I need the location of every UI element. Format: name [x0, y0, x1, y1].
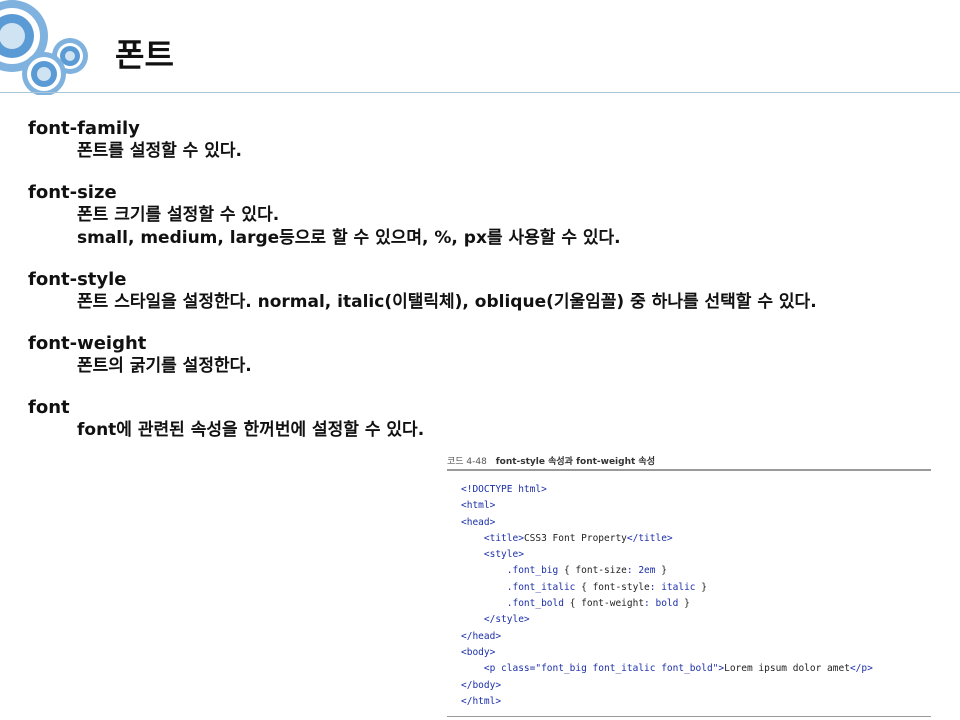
code-line: <html> [461, 500, 496, 512]
property-font-family: font-family 폰트를 설정할 수 있다. [28, 118, 948, 163]
code-example-figure: 코드 4-48 font-style 속성과 font-weight 속성 <!… [447, 452, 933, 718]
code-block: <!DOCTYPE html> <html> <head> <title>CSS3 … [461, 482, 873, 710]
property-description: font에 관련된 속성을 한꺼번에 설정할 수 있다. [77, 420, 425, 440]
code-figure-title: font-style 속성과 font-weight 속성 [495, 457, 655, 467]
property-name: font-style [28, 269, 127, 290]
code-bottom-rule [447, 716, 931, 717]
decorative-circles-icon [0, 0, 88, 95]
code-line: <!DOCTYPE html> [461, 484, 547, 495]
code-line: </style> [483, 614, 530, 626]
code-line: </html> [461, 695, 502, 707]
code-line: <style> [483, 549, 524, 561]
code-caption: 코드 4-48 font-style 속성과 font-weight 속성 [447, 454, 655, 467]
property-name: font-weight [28, 333, 147, 354]
property-list: font-family 폰트를 설정할 수 있다. font-size 폰트 크… [28, 118, 948, 461]
property-description: small, medium, large등으로 할 수 있으며, %, px를 … [77, 228, 621, 248]
code-line: </head> [461, 630, 502, 642]
code-line: <head> [461, 516, 496, 528]
property-font-weight: font-weight 폰트의 굵기를 설정한다. [28, 333, 948, 378]
slide-title: 폰트 [115, 36, 174, 74]
code-line: .font_big { font-size: 2em } [506, 565, 667, 577]
property-name: font-size [28, 182, 117, 203]
code-line: </body> [461, 679, 502, 691]
property-font: font font에 관련된 속성을 한꺼번에 설정할 수 있다. [28, 397, 948, 442]
property-description: 폰트의 굵기를 설정한다. [77, 356, 252, 376]
code-figure-number: 코드 4-48 [447, 457, 487, 467]
title-divider [0, 92, 960, 93]
code-line: <body> [461, 646, 496, 658]
property-description: 폰트를 설정할 수 있다. [77, 141, 242, 161]
property-description: 폰트 크기를 설정할 수 있다. [77, 205, 280, 225]
code-top-rule [447, 469, 931, 471]
property-description: 폰트 스타일을 설정한다. normal, italic(이탤릭체), obli… [77, 292, 817, 312]
property-font-style: font-style 폰트 스타일을 설정한다. normal, italic(… [28, 269, 948, 314]
property-name: font-family [28, 118, 140, 139]
property-font-size: font-size 폰트 크기를 설정할 수 있다. small, medium… [28, 182, 948, 250]
code-line: <p class="font_big font_italic font_bold… [483, 663, 873, 675]
code-line: .font_bold { font-weight: bold } [506, 598, 690, 610]
code-line: <title>CSS3 Font Property</title> [483, 532, 673, 544]
code-line: .font_italic { font-style: italic } [506, 581, 707, 593]
property-name: font [28, 397, 70, 418]
